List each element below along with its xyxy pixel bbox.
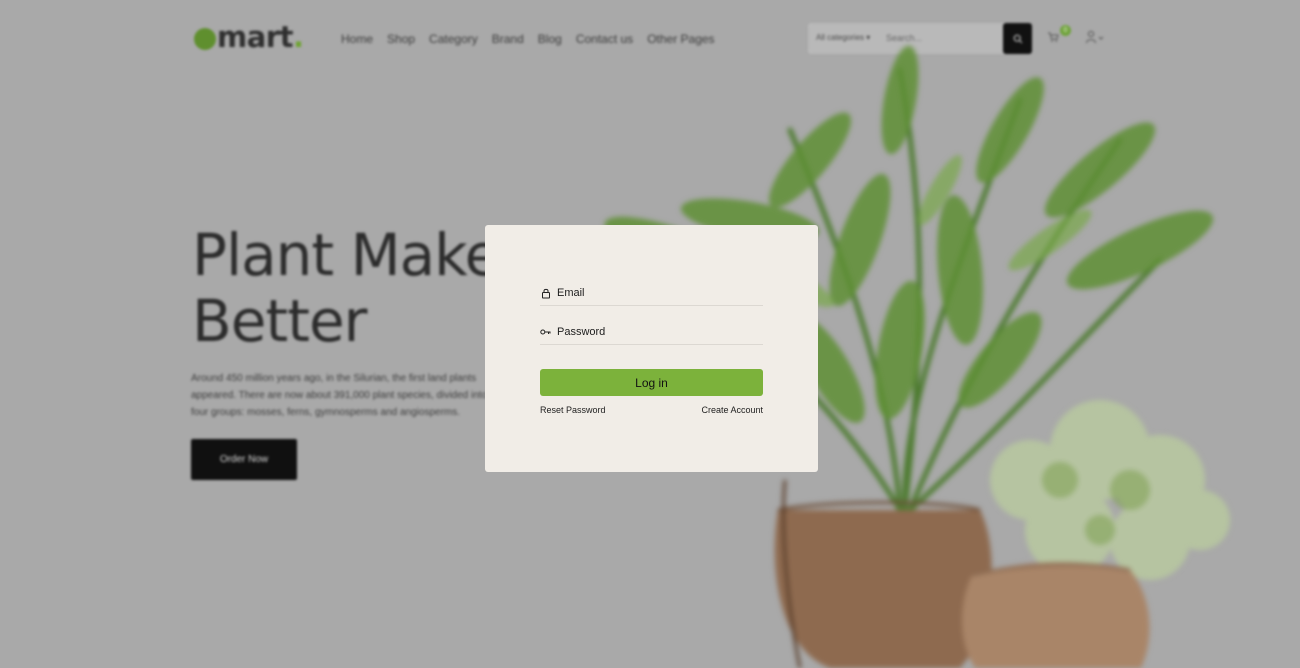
email-field <box>540 281 763 306</box>
nav-item-blog[interactable]: Blog <box>538 32 562 46</box>
login-modal: Log in Reset Password Create Account <box>485 225 818 472</box>
site-logo[interactable]: mart . <box>194 20 304 54</box>
password-field <box>540 320 763 345</box>
logo-dot: . <box>292 20 304 54</box>
nav-item-home[interactable]: Home <box>341 32 373 46</box>
login-button[interactable]: Log in <box>540 369 763 396</box>
nav-item-shop[interactable]: Shop <box>387 32 415 46</box>
email-input[interactable] <box>557 287 747 299</box>
password-input[interactable] <box>557 326 747 338</box>
create-account-link[interactable]: Create Account <box>701 405 763 415</box>
logo-mark-icon <box>194 28 216 50</box>
lock-icon <box>540 288 551 299</box>
logo-text: mart <box>217 20 293 54</box>
reset-password-link[interactable]: Reset Password <box>540 405 606 415</box>
hero-description: Around 450 million years ago, in the Sil… <box>191 373 488 418</box>
order-now-button[interactable]: Order Now <box>191 439 297 480</box>
nav-item-category[interactable]: Category <box>429 32 478 46</box>
key-icon <box>540 327 551 338</box>
nav-item-brand[interactable]: Brand <box>492 32 524 46</box>
